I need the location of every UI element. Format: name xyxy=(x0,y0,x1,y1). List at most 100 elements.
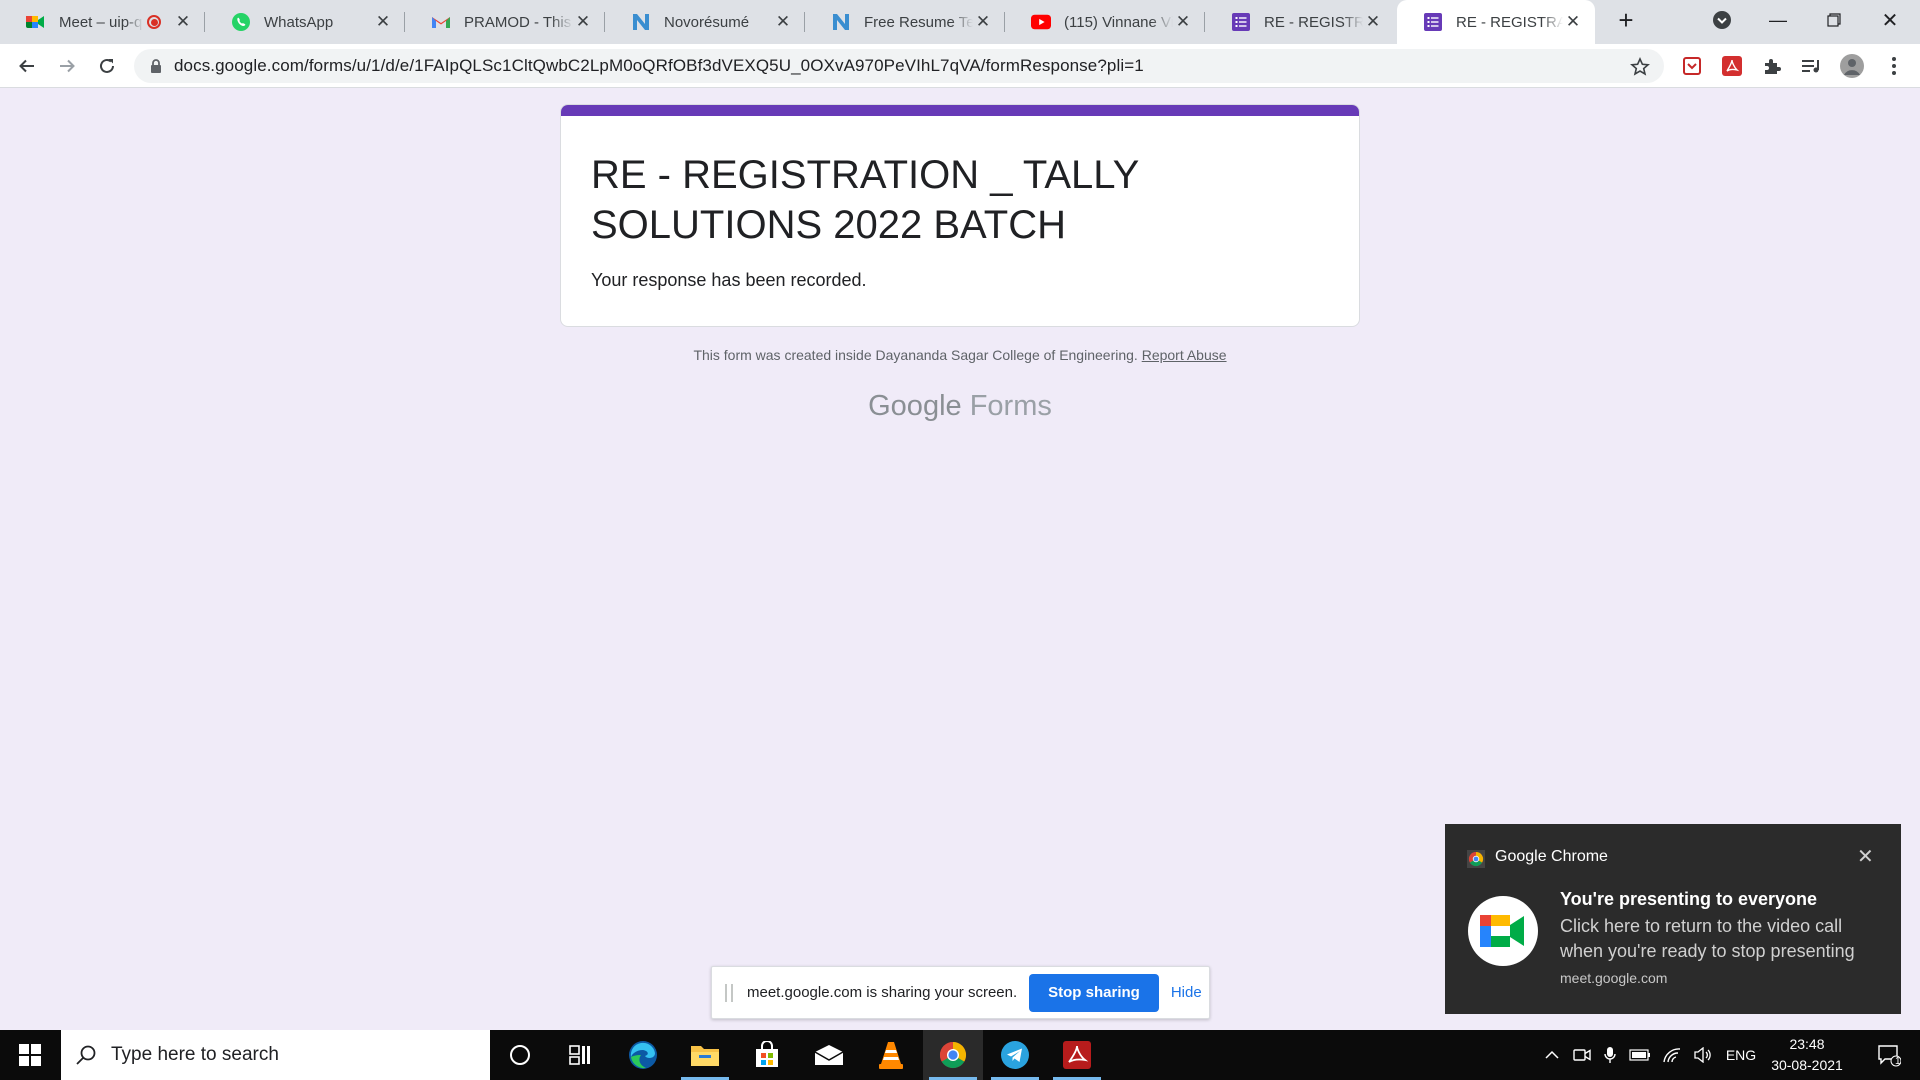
google-meet-icon xyxy=(26,12,46,32)
address-bar[interactable]: docs.google.com/forms/u/1/d/e/1FAIpQLSc1… xyxy=(134,49,1664,83)
tab-gmail[interactable]: PRAMOD - This is ✕ xyxy=(405,0,605,44)
more-menu-icon[interactable] xyxy=(1882,54,1906,78)
tab-forms-1[interactable]: RE - REGISTRATIO ✕ xyxy=(1205,0,1395,44)
telegram-icon[interactable] xyxy=(985,1030,1045,1080)
tab-search-button[interactable] xyxy=(1694,0,1750,40)
extensions-puzzle-icon[interactable] xyxy=(1760,54,1784,78)
media-control-icon[interactable] xyxy=(1800,54,1824,78)
close-tab-icon[interactable]: ✕ xyxy=(1173,12,1193,32)
action-center-button[interactable]: 1 xyxy=(1862,1030,1916,1080)
vlc-icon[interactable] xyxy=(861,1030,921,1080)
tab-meet[interactable]: Meet – uip-qi ✕ xyxy=(0,0,205,44)
edge-icon[interactable] xyxy=(613,1030,673,1080)
chevron-down-icon xyxy=(1713,11,1731,29)
browser-tab-strip: Meet – uip-qi ✕ WhatsApp ✕ PRAMOD - This… xyxy=(0,0,1920,44)
search-icon xyxy=(76,1045,96,1065)
clock-time: 23:48 xyxy=(1789,1036,1825,1052)
back-button[interactable] xyxy=(11,50,43,82)
notification-count: 1 xyxy=(1895,1056,1901,1067)
notification-app-name: Google Chrome xyxy=(1495,848,1608,865)
microphone-icon[interactable] xyxy=(1597,1030,1623,1080)
close-tab-icon[interactable]: ✕ xyxy=(573,12,593,32)
tab-youtube[interactable]: (115) Vinnane Vin ✕ xyxy=(1005,0,1205,44)
google-forms-logo[interactable]: Google Forms xyxy=(560,390,1360,423)
drag-handle-icon[interactable] xyxy=(725,983,733,1002)
microsoft-store-icon[interactable] xyxy=(737,1030,797,1080)
notification-source: meet.google.com xyxy=(1560,970,1668,986)
tab-whatsapp[interactable]: WhatsApp ✕ xyxy=(205,0,405,44)
cortana-icon[interactable] xyxy=(490,1030,550,1080)
reload-icon xyxy=(100,58,114,73)
form-footer: This form was created inside Dayananda S… xyxy=(560,347,1360,363)
pocket-extension-icon[interactable] xyxy=(1680,54,1704,78)
stop-sharing-button[interactable]: Stop sharing xyxy=(1029,973,1159,1012)
hide-button[interactable]: Hide xyxy=(1171,984,1202,1001)
acrobat-taskbar-icon[interactable] xyxy=(1047,1030,1107,1080)
forward-button[interactable] xyxy=(51,50,83,82)
arrow-left-icon xyxy=(19,59,34,73)
taskbar-clock[interactable]: 23:48 30-08-2021 xyxy=(1762,1034,1852,1076)
chrome-notification[interactable]: Google Chrome ✕ You're presenting to eve… xyxy=(1445,824,1901,1014)
task-view-icon[interactable] xyxy=(550,1030,610,1080)
recording-icon xyxy=(147,15,161,29)
gmail-icon xyxy=(431,12,451,32)
close-tab-icon[interactable]: ✕ xyxy=(173,12,193,32)
novoresume-icon xyxy=(831,12,851,32)
close-window-button[interactable]: ✕ xyxy=(1862,0,1918,40)
google-forms-icon xyxy=(1231,12,1251,32)
novoresume-icon xyxy=(631,12,651,32)
close-tab-icon[interactable]: ✕ xyxy=(773,12,793,32)
confirmation-message: Your response has been recorded. xyxy=(591,270,867,290)
show-hidden-icons-icon[interactable] xyxy=(1538,1030,1566,1080)
minimize-button[interactable]: — xyxy=(1750,0,1806,40)
arrow-right-icon xyxy=(60,59,75,73)
bookmark-star-icon[interactable] xyxy=(1630,57,1650,77)
new-tab-button[interactable]: + xyxy=(1598,0,1654,40)
battery-icon[interactable] xyxy=(1625,1030,1655,1080)
form-title: RE - REGISTRATION _ TALLY SOLUTIONS 2022… xyxy=(591,153,1139,247)
tab-free-resume[interactable]: Free Resume Tem ✕ xyxy=(805,0,1005,44)
tab-title: Meet – uip-qi xyxy=(59,13,143,31)
share-message: meet.google.com is sharing your screen. xyxy=(747,984,1018,1001)
windows-logo-icon xyxy=(19,1044,41,1066)
form-response-card: RE - REGISTRATION _ TALLY SOLUTIONS 2022… xyxy=(560,104,1360,327)
form-accent-bar xyxy=(561,105,1359,116)
tab-title: WhatsApp xyxy=(264,13,334,31)
close-tab-icon[interactable]: ✕ xyxy=(1363,12,1383,32)
tab-novoresume[interactable]: Novorésumé ✕ xyxy=(605,0,805,44)
tab-title: RE - REGISTRATIO xyxy=(1264,13,1363,31)
restore-button[interactable] xyxy=(1806,0,1862,40)
chrome-taskbar-icon[interactable] xyxy=(923,1030,983,1080)
clock-date: 30-08-2021 xyxy=(1771,1057,1843,1073)
search-placeholder: Type here to search xyxy=(111,1044,279,1065)
volume-icon[interactable] xyxy=(1689,1030,1717,1080)
close-tab-icon[interactable]: ✕ xyxy=(373,12,393,32)
browser-toolbar: docs.google.com/forms/u/1/d/e/1FAIpQLSc1… xyxy=(0,44,1920,88)
reload-button[interactable] xyxy=(91,50,123,82)
brand-forms: Forms xyxy=(969,390,1052,422)
mail-icon[interactable] xyxy=(799,1030,859,1080)
lock-icon xyxy=(151,59,161,73)
language-indicator[interactable]: ENG xyxy=(1722,1030,1760,1080)
url-text: docs.google.com/forms/u/1/d/e/1FAIpQLSc1… xyxy=(174,56,1144,75)
profile-avatar[interactable] xyxy=(1840,54,1864,78)
close-tab-icon[interactable]: ✕ xyxy=(1563,12,1583,32)
tab-forms-active[interactable]: RE - REGISTRATIO ✕ xyxy=(1397,0,1595,44)
footer-text: This form was created inside Dayananda S… xyxy=(693,347,1138,363)
notification-body: Click here to return to the video call w… xyxy=(1560,916,1855,961)
whatsapp-icon xyxy=(231,12,251,32)
start-button[interactable] xyxy=(0,1030,60,1080)
acrobat-extension-icon[interactable] xyxy=(1720,54,1744,78)
notification-title: You're presenting to everyone xyxy=(1560,889,1818,909)
wifi-icon[interactable] xyxy=(1657,1030,1687,1080)
taskbar-search[interactable]: Type here to search xyxy=(61,1030,490,1080)
report-abuse-link[interactable]: Report Abuse xyxy=(1142,347,1227,363)
close-icon[interactable]: ✕ xyxy=(1857,844,1874,869)
file-explorer-icon[interactable] xyxy=(675,1030,735,1080)
tab-title: Novorésumé xyxy=(664,13,750,31)
tab-title: RE - REGISTRATIO xyxy=(1456,13,1563,31)
google-meet-icon xyxy=(1468,896,1538,966)
close-tab-icon[interactable]: ✕ xyxy=(973,12,993,32)
meet-now-icon[interactable] xyxy=(1568,1030,1596,1080)
restore-icon xyxy=(1827,13,1841,27)
